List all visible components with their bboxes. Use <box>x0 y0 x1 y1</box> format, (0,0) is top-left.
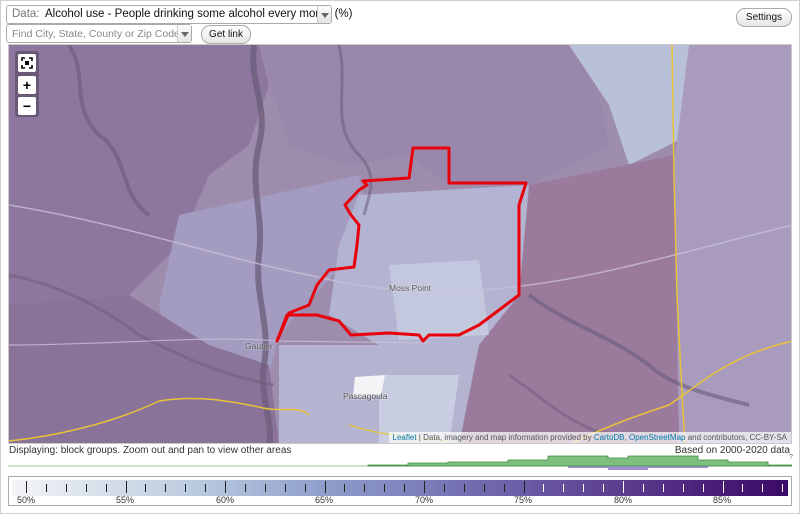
scale-tick <box>364 484 366 492</box>
settings-button[interactable]: Settings <box>736 8 792 27</box>
scale-tick <box>623 481 624 493</box>
place-label-gautier: Gautier <box>245 341 273 351</box>
scale-tick <box>642 484 644 492</box>
zoom-controls: + − <box>15 51 39 117</box>
scale-label: 75% <box>513 495 533 505</box>
leaflet-link[interactable]: Leaflet <box>393 433 417 442</box>
chevron-down-icon[interactable] <box>317 6 331 23</box>
scale-label: 60% <box>215 495 235 505</box>
data-selector[interactable]: Data: Alcohol use - People drinking some… <box>6 5 352 24</box>
scale-tick <box>782 484 784 492</box>
fullscreen-button[interactable] <box>18 54 36 72</box>
scale-tick <box>563 484 565 492</box>
scale-tick <box>463 484 465 492</box>
scale-tick <box>384 484 386 492</box>
fullscreen-icon <box>21 57 33 69</box>
scale-tick <box>225 481 226 493</box>
scale-tick <box>264 484 266 492</box>
scale-tick <box>65 484 67 492</box>
carto-link[interactable]: CartoDB <box>594 433 625 442</box>
scale-tick <box>145 484 147 492</box>
scale-tick <box>483 484 485 492</box>
scale-tick <box>244 484 246 492</box>
scale-tick <box>205 484 207 492</box>
scale-tick <box>662 484 664 492</box>
scale-label: 85% <box>712 495 732 505</box>
zoom-out-button[interactable]: − <box>18 97 36 115</box>
get-link-button[interactable]: Get link <box>201 25 251 44</box>
scale-label: 70% <box>414 495 434 505</box>
histogram-region <box>367 455 792 467</box>
scale-tick <box>523 481 525 493</box>
map-view[interactable]: Moss Point Gautier Pascagoula + − Leafle… <box>8 44 792 444</box>
scale-tick <box>165 484 167 492</box>
scale-tick <box>125 481 127 493</box>
location-search-input[interactable] <box>7 25 187 42</box>
color-scale-legend: 50% 55% 60% 65% 70% 75% 80% 85% <box>8 476 792 506</box>
data-selector-value: Alcohol use - People drinking some alcoh… <box>45 8 353 20</box>
place-label-pascagoula: Pascagoula <box>343 391 388 401</box>
map-attribution: Leaflet | Data, imagery and map informat… <box>388 432 791 443</box>
choropleth-map <box>9 45 791 443</box>
scale-tick <box>603 484 605 492</box>
scale-tick <box>304 484 306 492</box>
color-scale-gradient <box>12 480 788 496</box>
chevron-down-icon[interactable] <box>177 25 191 42</box>
scale-tick <box>762 484 764 492</box>
distribution-histogram <box>8 455 792 470</box>
attribution-suffix: and contributors, CC-BY-SA <box>685 433 787 442</box>
block-group-east <box>674 45 791 443</box>
scale-tick <box>85 484 87 492</box>
scale-tick <box>443 484 445 492</box>
scale-tick <box>702 484 704 492</box>
data-selector-prefix: Data: <box>12 8 40 20</box>
scale-tick <box>185 484 187 492</box>
scale-label: 50% <box>16 495 36 505</box>
scale-label: 80% <box>613 495 633 505</box>
osm-link[interactable]: OpenStreetMap <box>629 433 685 442</box>
scale-tick <box>404 484 406 492</box>
attribution-text: | Data, imagery and map information prov… <box>416 433 594 442</box>
scale-tick <box>344 484 346 492</box>
scale-tick <box>543 484 545 492</box>
scale-tick <box>26 481 27 493</box>
scale-tick <box>503 484 505 492</box>
place-label-moss-point: Moss Point <box>389 283 432 293</box>
scale-tick <box>682 484 684 492</box>
location-search[interactable] <box>6 24 192 43</box>
scale-tick <box>105 484 107 492</box>
scale-tick <box>424 481 425 493</box>
scale-label: 65% <box>314 495 334 505</box>
scale-tick <box>324 481 326 493</box>
scale-tick <box>45 484 47 492</box>
scale-tick <box>583 484 585 492</box>
scale-label: 55% <box>115 495 135 505</box>
scale-tick <box>722 481 724 493</box>
scale-tick <box>742 484 744 492</box>
scale-tick <box>284 484 286 492</box>
zoom-in-button[interactable]: + <box>18 76 36 94</box>
histogram-local <box>548 466 708 470</box>
